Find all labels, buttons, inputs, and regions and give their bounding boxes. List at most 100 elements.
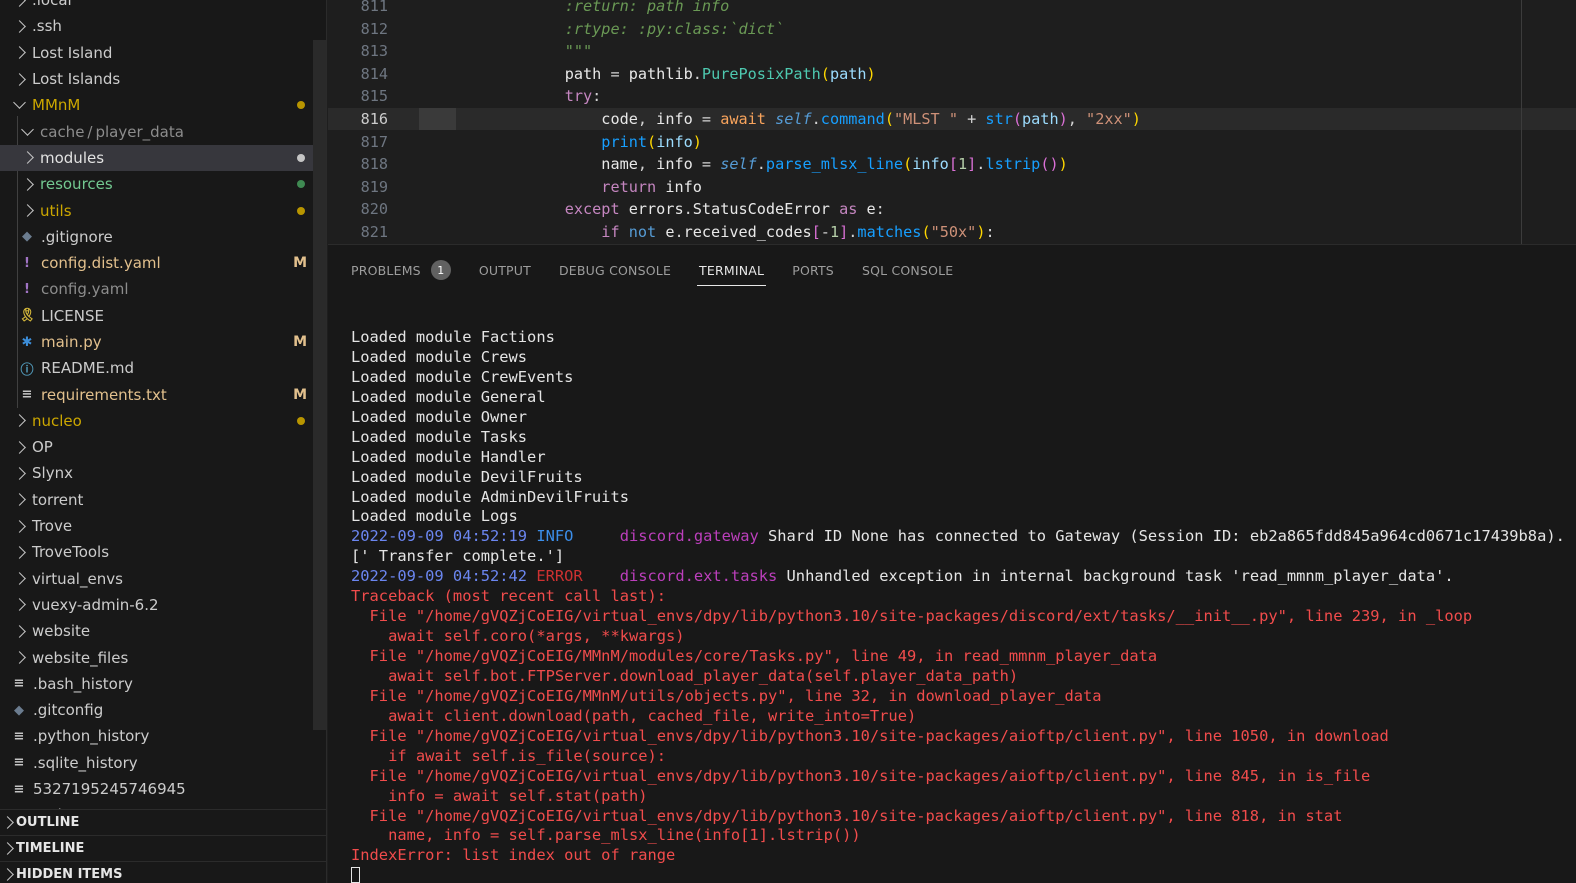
folder-item-lost-islands[interactable]: Lost Islands [0, 66, 326, 92]
code-token: : [985, 222, 995, 241]
tab-terminal[interactable]: TERMINAL [697, 255, 767, 286]
terminal-output[interactable]: Loaded module Factions Loaded module Crew… [351, 328, 1565, 883]
folder-item-website-files[interactable]: website_files [0, 644, 326, 670]
code-token: "50x" [930, 222, 977, 241]
chevron-right-icon[interactable] [12, 623, 26, 639]
chevron-right-icon[interactable] [12, 492, 26, 508]
chevron-right-icon[interactable] [0, 815, 14, 831]
folder-item-virtual-envs[interactable]: virtual_envs [0, 566, 326, 592]
section-hidden-items[interactable]: HIDDEN ITEMS [0, 861, 326, 883]
tab-output[interactable]: OUTPUT [479, 255, 531, 285]
folder-item-nucleo[interactable]: nucleo [0, 408, 326, 434]
code-text: :rtype: :py:class:`dict` [455, 20, 784, 38]
tab-ports[interactable]: PORTS [792, 255, 834, 285]
chevron-right-icon[interactable] [12, 0, 26, 8]
tab-sql-console[interactable]: SQL CONSOLE [862, 255, 953, 285]
code-editor[interactable]: 811 :return: path info 812 :rtype: :py:cl… [328, 0, 1576, 244]
chevron-right-icon[interactable] [20, 150, 34, 166]
file-item-gitignore[interactable]: ◆ .gitignore [0, 224, 326, 250]
chevron-right-icon[interactable] [12, 71, 26, 87]
file-item-sqlite-history[interactable]: ≡ .sqlite_history [0, 750, 326, 776]
code-token: . [674, 222, 684, 241]
folder-item-ssh[interactable]: .ssh [0, 13, 326, 39]
git-icon: ◆ [22, 229, 32, 245]
tree-item-label: MMnM [32, 96, 81, 115]
section-outline[interactable]: OUTLINE [0, 809, 326, 835]
file-item-gitconfig[interactable]: ◆ .gitconfig [0, 697, 326, 723]
file-item-config-yaml[interactable]: ! config.yaml [0, 276, 326, 302]
chevron-down-icon[interactable] [20, 122, 34, 140]
chevron-right-icon[interactable] [12, 571, 26, 587]
code-token: ( [884, 109, 894, 128]
chevron-right-icon[interactable] [12, 413, 26, 429]
file-item-main-py[interactable]: ✱ main.py M [0, 329, 326, 355]
code-text: path = pathlib.PurePosixPath(path) [455, 65, 876, 83]
terminal-segment: INFO [536, 527, 620, 546]
folder-item-utils[interactable]: utils [0, 197, 326, 223]
folder-item-website[interactable]: website [0, 618, 326, 644]
file-item-python-history[interactable]: ≡ .python_history [0, 723, 326, 749]
file-item-requirements-txt[interactable]: ≡ requirements.txt M [0, 381, 326, 407]
code-token: info [656, 155, 702, 174]
folder-item-slynx[interactable]: Slynx [0, 460, 326, 486]
code-token: () [1040, 155, 1059, 174]
file-item-5327195245746945[interactable]: ≡ 5327195245746945 [0, 776, 326, 802]
tab-problems[interactable]: PROBLEMS 1 [351, 255, 451, 285]
terminal-segment: File "/home/gVQZjCoEIG/MMnM/utils/object… [351, 686, 1102, 705]
text-file-icon: ≡ [13, 781, 25, 797]
terminal-line: File "/home/gVQZjCoEIG/virtual_envs/dpy/… [351, 807, 1565, 827]
code-token: = [701, 109, 721, 128]
folder-item-lost-island[interactable]: Lost Island [0, 40, 326, 66]
tree-item-label: cache [40, 122, 85, 141]
chevron-right-icon[interactable] [20, 203, 34, 219]
sidebar-scrollbar[interactable] [313, 40, 326, 730]
file-item-license[interactable]: 🎗 LICENSE [0, 303, 326, 329]
chevron-right-icon[interactable] [12, 18, 26, 34]
folder-item-torrent[interactable]: torrent [0, 487, 326, 513]
folder-item-modules[interactable]: modules [0, 144, 326, 172]
git-modified-badge: M [293, 386, 307, 403]
problems-count-badge: 1 [430, 260, 451, 280]
folder-item-trove[interactable]: Trove [0, 513, 326, 539]
tree-item-label: OP [32, 438, 53, 457]
chevron-right-icon[interactable] [12, 518, 26, 534]
folder-item-op[interactable]: OP [0, 434, 326, 460]
terminal-segment: Loaded module Crews [351, 347, 528, 366]
chevron-down-icon[interactable] [12, 96, 26, 113]
code-token: """ [455, 42, 593, 61]
tree-item-label: TroveTools [32, 543, 110, 562]
chevron-right-icon[interactable] [0, 867, 14, 883]
terminal-segment: File "/home/gVQZjCoEIG/virtual_envs/dpy/… [351, 806, 1343, 825]
git-status-dot [297, 416, 305, 425]
line-number: 820 [360, 200, 388, 219]
code-token: . [692, 64, 702, 83]
terminal-segment: discord.ext.tasks [619, 567, 787, 586]
section-timeline[interactable]: TIMELINE [0, 835, 326, 861]
chevron-right-icon[interactable] [0, 841, 14, 857]
chevron-right-icon[interactable] [12, 465, 26, 481]
folder-item-mmnm[interactable]: MMnM [0, 92, 326, 118]
code-line: 814 path = pathlib.PurePosixPath(path) [328, 63, 1576, 86]
tab-debug-console[interactable]: DEBUG CONSOLE [559, 255, 671, 285]
chevron-right-icon[interactable] [12, 597, 26, 613]
file-item-config-dist-yaml[interactable]: ! config.dist.yaml M [0, 250, 326, 276]
code-token: info [656, 109, 702, 128]
chevron-right-icon[interactable] [12, 544, 26, 560]
chevron-right-icon[interactable] [20, 176, 34, 192]
chevron-right-icon[interactable] [12, 439, 26, 455]
folder-item-cache[interactable]: cache / player_data [0, 118, 326, 144]
chevron-right-icon[interactable] [12, 45, 26, 61]
folder-item-vuexy-admin-6-2[interactable]: vuexy-admin-6.2 [0, 592, 326, 618]
git-icon: ◆ [14, 702, 24, 718]
terminal-line: Loaded module DevilFruits [351, 468, 1565, 488]
code-token: info [656, 132, 693, 151]
file-item-readme-md[interactable]: ⓘ README.md [0, 355, 326, 381]
code-token: ( [921, 222, 931, 241]
folder-item-resources[interactable]: resources [0, 171, 326, 197]
file-item-bash-history[interactable]: ≡ .bash_history [0, 671, 326, 697]
tree-item-label: Lost Island [32, 43, 113, 62]
chevron-right-icon[interactable] [12, 650, 26, 666]
folder-item-trovetools[interactable]: TroveTools [0, 539, 326, 565]
section-label: TIMELINE [16, 841, 85, 856]
folder-item-local[interactable]: .local [0, 0, 326, 13]
